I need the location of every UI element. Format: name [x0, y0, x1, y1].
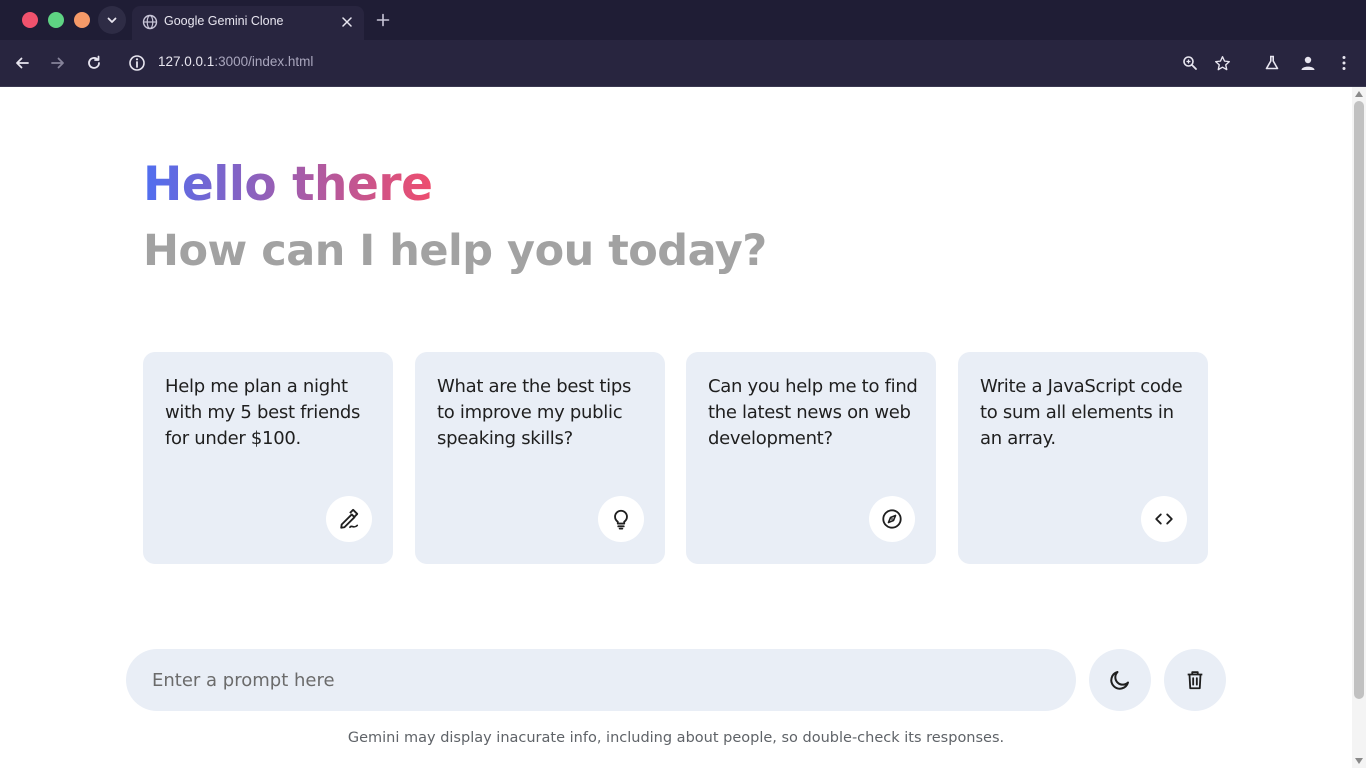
kebab-menu-icon	[1342, 56, 1346, 70]
new-tab-button[interactable]	[372, 9, 394, 31]
browser-tab[interactable]: Google Gemini Clone	[132, 6, 364, 40]
code-icon	[1155, 513, 1173, 525]
suggestion-card[interactable]: Can you help me to find the latest news …	[686, 352, 936, 564]
page-scrollbar[interactable]	[1352, 87, 1366, 768]
scroll-down-arrow-icon[interactable]	[1355, 758, 1363, 764]
zoom-button[interactable]	[1178, 51, 1202, 75]
address-bar[interactable]: 127.0.0.1:3000/index.html	[158, 54, 313, 69]
url-path: :3000/index.html	[214, 54, 314, 69]
bookmark-button[interactable]	[1210, 51, 1234, 75]
reload-button[interactable]	[82, 51, 106, 75]
reload-icon	[88, 55, 100, 69]
browser-toolbar: 127.0.0.1:3000/index.html	[0, 40, 1366, 87]
suggestion-text: What are the best tips to improve my pub…	[437, 376, 632, 449]
url-host: 127.0.0.1	[158, 54, 215, 69]
tab-close-button[interactable]	[338, 13, 356, 31]
prompt-box	[126, 649, 1076, 711]
explore-icon	[882, 509, 902, 529]
window-maximize-button[interactable]	[74, 12, 90, 28]
suggestion-icon-button	[598, 496, 644, 542]
suggestion-card[interactable]: What are the best tips to improve my pub…	[415, 352, 665, 564]
trash-icon	[1187, 671, 1203, 690]
greeting-title: Hello there	[143, 157, 433, 212]
window-close-button[interactable]	[22, 12, 38, 28]
suggestion-text: Write a JavaScript code to sum all eleme…	[980, 376, 1183, 449]
site-info-icon[interactable]	[128, 54, 146, 72]
tab-search-button[interactable]	[98, 6, 126, 34]
globe-icon	[142, 14, 158, 30]
chevron-down-icon	[107, 17, 117, 23]
arrow-right-icon	[51, 57, 64, 69]
forward-button[interactable]	[46, 51, 70, 75]
person-icon	[1301, 56, 1315, 70]
greeting-subtitle: How can I help you today?	[143, 226, 767, 276]
close-icon	[342, 17, 352, 27]
plus-icon	[376, 13, 390, 27]
moon-icon	[1110, 671, 1129, 690]
back-button[interactable]	[10, 51, 34, 75]
browser-tab-bar: Google Gemini Clone	[0, 0, 1366, 40]
zoom-icon	[1183, 56, 1197, 70]
suggestion-icon-button	[1141, 496, 1187, 542]
arrow-left-icon	[16, 57, 29, 69]
suggestion-text: Can you help me to find the latest news …	[708, 376, 918, 449]
suggestion-text: Help me plan a night with my 5 best frie…	[165, 376, 361, 449]
suggestion-card[interactable]: Help me plan a night with my 5 best frie…	[143, 352, 393, 564]
window-minimize-button[interactable]	[48, 12, 64, 28]
lightbulb-icon	[614, 509, 628, 530]
browser-menu-button[interactable]	[1332, 51, 1356, 75]
profile-button[interactable]	[1296, 51, 1320, 75]
disclaimer-text: Gemini may display inacurate info, inclu…	[347, 730, 1005, 746]
labs-button[interactable]	[1260, 51, 1284, 75]
draw-icon	[340, 508, 359, 529]
delete-chat-button[interactable]	[1164, 649, 1226, 711]
suggestion-icon-button	[869, 496, 915, 542]
prompt-input[interactable]	[126, 649, 1076, 711]
scroll-up-arrow-icon[interactable]	[1355, 91, 1363, 97]
tab-title: Google Gemini Clone	[164, 14, 284, 28]
theme-toggle-button[interactable]	[1089, 649, 1151, 711]
suggestion-card[interactable]: Write a JavaScript code to sum all eleme…	[958, 352, 1208, 564]
star-icon	[1214, 55, 1230, 70]
scrollbar-thumb[interactable]	[1354, 101, 1364, 699]
flask-icon	[1265, 55, 1279, 70]
suggestion-icon-button	[326, 496, 372, 542]
